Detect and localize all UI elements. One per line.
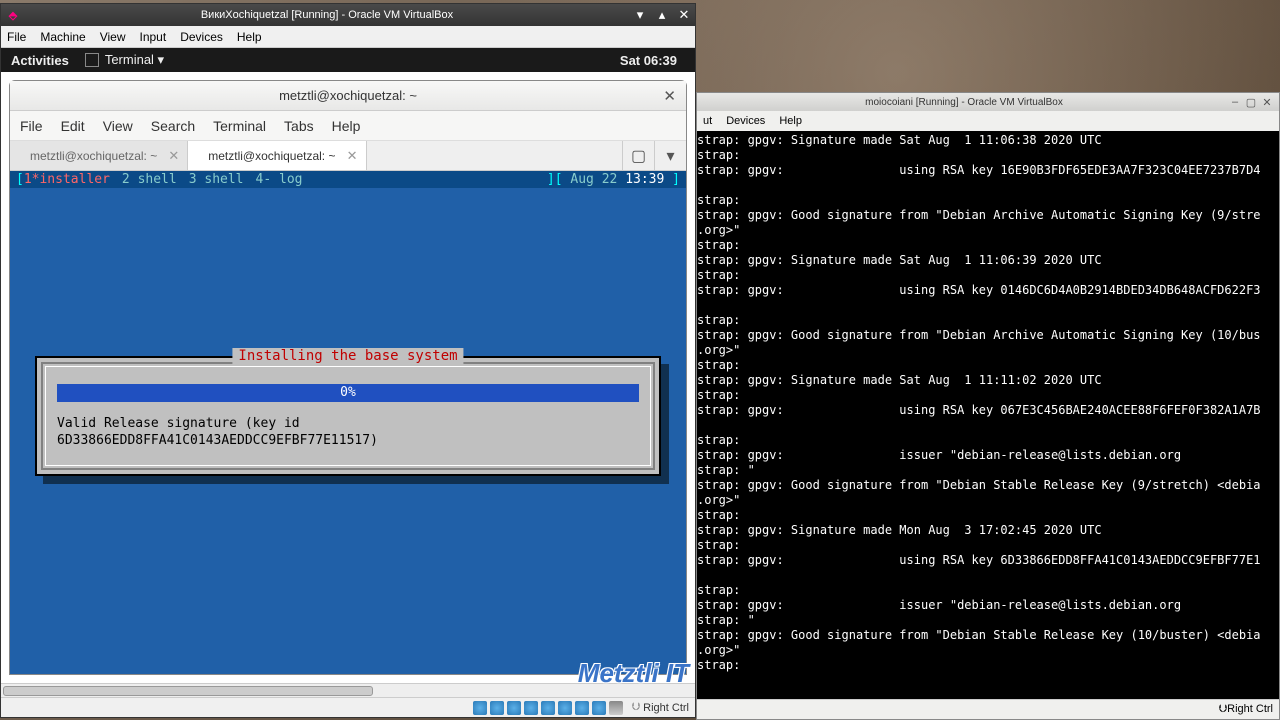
menu-input[interactable]: Input <box>140 30 167 44</box>
close-icon[interactable]: ✕ <box>673 7 695 23</box>
menu-devices[interactable]: Devices <box>180 30 223 44</box>
terminal-menubar: File Edit View Search Terminal Tabs Help <box>10 111 686 141</box>
menu-view[interactable]: View <box>100 30 126 44</box>
vm2-window: moiocoiani [Running] - Oracle VM Virtual… <box>696 92 1280 720</box>
vm2-terminal[interactable]: strap: gpgv: Signature made Sat Aug 1 11… <box>697 131 1279 699</box>
close-icon[interactable]: ✕ <box>347 148 358 164</box>
screen-win-2: 2 shell <box>122 172 177 187</box>
activities-button[interactable]: Activities <box>11 53 69 68</box>
recording-icon[interactable] <box>592 701 606 715</box>
tab-label: metztli@xochiquetzal: ~ <box>208 149 335 163</box>
terminal-tabbar: metztli@xochiquetzal: ~ ✕ metztli@xochiq… <box>10 141 686 171</box>
tab-2[interactable]: metztli@xochiquetzal: ~ ✕ <box>188 141 366 170</box>
terminal-title: metztli@xochiquetzal: ~ <box>279 88 417 103</box>
menu-input-cut[interactable]: ut <box>703 115 712 127</box>
screen-date: Aug 22 <box>570 172 617 187</box>
vm1-title: ВикиXochiquetzal [Running] - Oracle VM V… <box>25 9 629 21</box>
vm2-title: moiocoiani [Running] - Oracle VM Virtual… <box>701 97 1227 108</box>
vm1-statusbar: ⮋Right Ctrl <box>1 697 695 717</box>
new-tab-button[interactable]: ▢ <box>622 141 654 170</box>
network-icon[interactable] <box>524 701 538 715</box>
display-icon[interactable] <box>575 701 589 715</box>
vm2-statusbar: ⮋Right Ctrl <box>697 699 1279 719</box>
close-icon[interactable]: ✕ <box>1259 96 1275 109</box>
vm1-titlebar[interactable]: ⬘ ВикиXochiquetzal [Running] - Oracle VM… <box>1 4 695 26</box>
term-menu-tabs[interactable]: Tabs <box>284 118 314 134</box>
screen-win-4: 4- log <box>256 172 303 187</box>
vm1-window: ⬘ ВикиXochiquetzal [Running] - Oracle VM… <box>0 3 696 718</box>
app-menu-label: Terminal ▾ <box>105 52 164 68</box>
hostkey-indicator: ⮋Right Ctrl <box>1219 703 1273 716</box>
audio-icon[interactable] <box>507 701 521 715</box>
menu-machine[interactable]: Machine <box>40 30 85 44</box>
term-menu-edit[interactable]: Edit <box>61 118 85 134</box>
hostkey-indicator: ⮋Right Ctrl <box>632 701 689 714</box>
maximize-icon[interactable]: ▢ <box>1243 96 1259 109</box>
menu-help[interactable]: Help <box>779 115 802 127</box>
tab-label: metztli@xochiquetzal: ~ <box>30 149 157 163</box>
vbox-icon: ⬘ <box>1 9 25 22</box>
app-menu[interactable]: Terminal ▾ <box>85 52 164 68</box>
screen-win-3: 3 shell <box>189 172 244 187</box>
tab-menu-button[interactable]: ▾ <box>654 141 686 170</box>
progress-bar: 0% <box>57 384 639 402</box>
term-menu-search[interactable]: Search <box>151 118 195 134</box>
cpu-icon[interactable] <box>609 701 623 715</box>
gnome-topbar: Activities Terminal ▾ Sat 06:39 <box>1 48 695 72</box>
terminal-window: metztli@xochiquetzal: ~ ✕ File Edit View… <box>9 80 687 675</box>
hd-icon[interactable] <box>473 701 487 715</box>
optical-icon[interactable] <box>490 701 504 715</box>
vm1-menubar: File Machine View Input Devices Help <box>1 26 695 48</box>
minimize-icon[interactable]: – <box>1227 96 1243 108</box>
menu-help[interactable]: Help <box>237 30 262 44</box>
vm2-titlebar[interactable]: moiocoiani [Running] - Oracle VM Virtual… <box>697 93 1279 111</box>
usb-icon[interactable] <box>541 701 555 715</box>
screen-win-1: 1*installer <box>24 172 110 187</box>
menu-devices[interactable]: Devices <box>726 115 765 127</box>
term-menu-view[interactable]: View <box>103 118 133 134</box>
close-icon[interactable]: ✕ <box>168 148 179 164</box>
menu-file[interactable]: File <box>7 30 26 44</box>
terminal-body[interactable]: [ 1*installer 2 shell 3 shell 4- log ][ … <box>10 171 686 674</box>
close-icon[interactable]: ✕ <box>663 87 676 105</box>
arrow-icon: ⮋ <box>632 701 640 714</box>
vm2-menubar: ut Devices Help <box>697 111 1279 131</box>
screen-time: 13:39 <box>625 172 664 187</box>
terminal-titlebar[interactable]: metztli@xochiquetzal: ~ ✕ <box>10 81 686 111</box>
installer-message: Valid Release signature (key id 6D33866E… <box>57 416 639 450</box>
installer-legend: Installing the base system <box>232 348 463 364</box>
arrow-icon: ⮋ <box>1219 703 1227 715</box>
minimize-icon[interactable]: ▾ <box>629 7 651 23</box>
terminal-icon <box>85 53 99 67</box>
installer-dialog: Installing the base system 0% Valid Rele… <box>35 356 661 476</box>
clock[interactable]: Sat 06:39 <box>620 53 677 68</box>
scroll-thumb[interactable] <box>3 686 373 696</box>
gnu-screen-bar: [ 1*installer 2 shell 3 shell 4- log ][ … <box>10 171 686 188</box>
term-menu-terminal[interactable]: Terminal <box>213 118 266 134</box>
horizontal-scrollbar[interactable] <box>1 683 695 697</box>
term-menu-help[interactable]: Help <box>332 118 361 134</box>
shared-folder-icon[interactable] <box>558 701 572 715</box>
maximize-icon[interactable]: ▴ <box>651 7 673 23</box>
term-menu-file[interactable]: File <box>20 118 43 134</box>
tab-1[interactable]: metztli@xochiquetzal: ~ ✕ <box>10 141 188 170</box>
